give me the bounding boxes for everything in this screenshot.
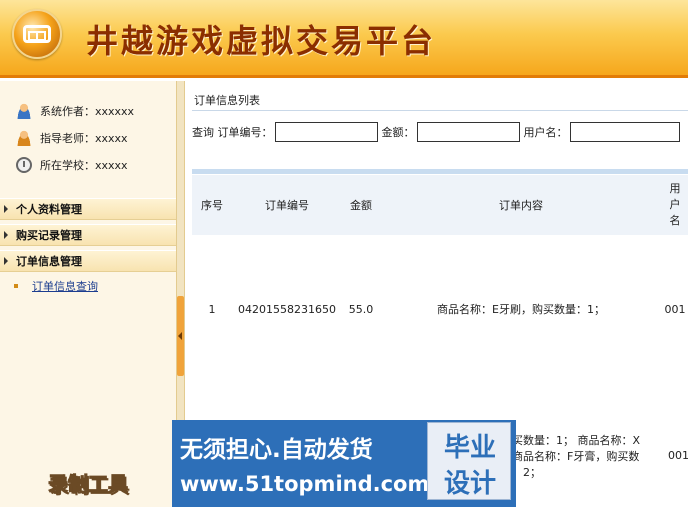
cell-amount: 55.0 [348,302,374,316]
submenu-order-query[interactable]: 订单信息查询 [14,278,98,294]
col-content: 订单内容 [380,175,662,235]
ad-banner[interactable]: 无须担心.自动发货 www.51topmind.com 毕业 设计 [172,420,516,507]
app-header: 井越游戏虚拟交易平台 [0,0,688,78]
recording-watermark: 录制工具 [34,466,164,507]
teacher-label: 指导老师：xxxxx [40,132,128,145]
col-username: 用 户 名 [662,175,688,235]
order-no-label: 订单编号： [217,126,273,139]
col-amount: 金额 [342,175,380,235]
user-icon [16,103,32,119]
cell-content: 买数量：1； 商品名称：X 商品名称：F牙膏，购买数 ：2； [512,433,662,481]
username-input[interactable] [569,122,680,142]
menu-profile[interactable]: 个人资料管理 [0,198,176,220]
cell-seq: 1 [208,302,216,316]
table-top-bar [192,169,688,174]
caret-right-icon [4,205,8,213]
banner-headline: 无须担心.自动发货 [180,437,373,463]
submenu-order-query-link[interactable]: 订单信息查询 [32,278,98,294]
badge-line1: 毕业 [443,433,496,463]
collapse-handle-icon[interactable] [177,296,184,376]
col-username-l2: 户 [669,198,681,211]
school-info: 所在学校：xxxxx [16,155,128,175]
bullet-icon [14,284,18,288]
col-username-l3: 名 [669,214,681,227]
cell-username: 001 [668,449,688,462]
amount-input[interactable] [416,122,520,142]
site-title: 井越游戏虚拟交易平台 [86,22,437,60]
banner-url: www.51topmind.com [180,472,430,496]
order-no-input[interactable] [274,122,378,142]
col-seq: 序号 [192,175,232,235]
section-title: 订单信息列表 [192,89,688,111]
cell-order-no: 04201558231650 [238,302,336,316]
badge-line2: 设计 [443,469,496,499]
menu-profile-label: 个人资料管理 [16,203,82,216]
table-row: 1 04201558231650 55.0 商品名称：E牙刷，购买数量：1； 0… [192,235,688,383]
cell-content-l1: 买数量：1； 商品名称：X [512,434,641,447]
query-label: 查询 [192,126,214,139]
school-icon [16,157,32,173]
cell-username: 001 [664,302,686,316]
orders-table: 序号 订单编号 金额 订单内容 用 户 名 1 04201558231650 5… [192,175,688,383]
teacher-icon [16,130,32,146]
caret-right-icon [4,231,8,239]
amount-label: 金额： [381,126,415,139]
cell-content-l2: 商品名称：F牙膏，购买数 [512,450,640,463]
col-username-l1: 用 [669,182,681,195]
table-header-row: 序号 订单编号 金额 订单内容 用 户 名 [192,175,688,235]
school-label: 所在学校：xxxxx [40,159,128,172]
search-bar: 查询 订单编号： 金额： 用户名： [192,117,684,147]
cell-content-l3: ：2； [512,466,541,479]
logo-icon [12,9,62,59]
menu-purchases[interactable]: 购买记录管理 [0,224,176,246]
graduation-badge: 毕业 设计 [427,422,511,500]
author-label: 系统作者：xxxxxx [40,105,135,118]
author-info: 系统作者：xxxxxx [16,101,134,121]
cell-content: 商品名称：E牙刷，购买数量：1； [437,303,605,316]
menu-orders[interactable]: 订单信息管理 [0,250,176,272]
menu-orders-label: 订单信息管理 [16,255,82,268]
caret-right-icon [4,257,8,265]
menu-purchases-label: 购买记录管理 [16,229,82,242]
username-label: 用户名： [523,126,568,139]
teacher-info: 指导老师：xxxxx [16,128,128,148]
sidebar: 系统作者：xxxxxx 指导老师：xxxxx 所在学校：xxxxx 个人资料管理… [0,81,176,507]
record-tool-label: 录制工具 [48,472,129,497]
col-order-no: 订单编号 [232,175,342,235]
